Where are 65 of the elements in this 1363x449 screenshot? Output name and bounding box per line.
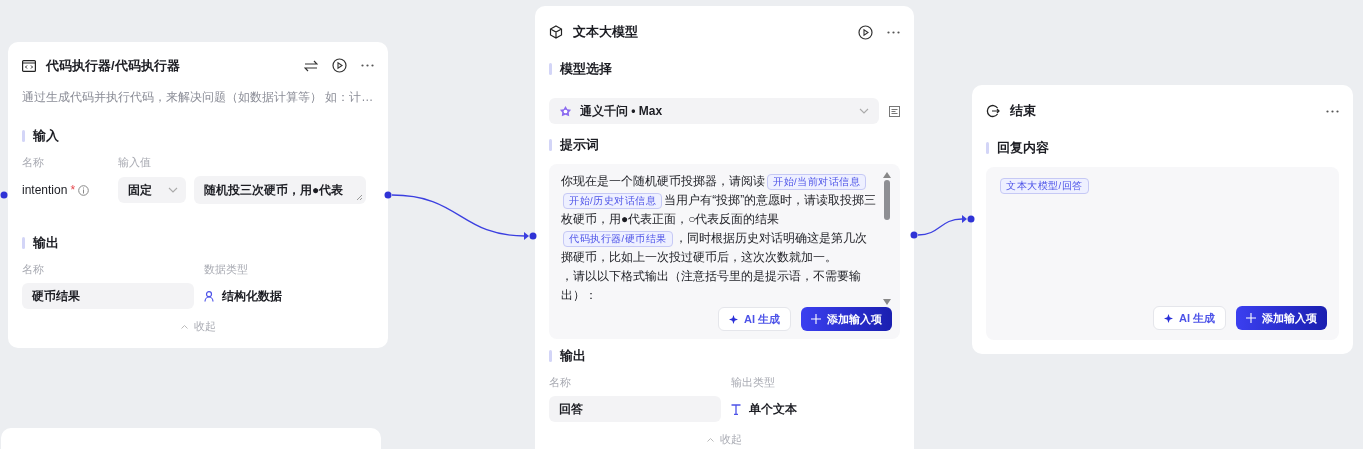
- ai-generate-button[interactable]: AI 生成: [1152, 306, 1226, 330]
- more-icon[interactable]: [1326, 109, 1339, 113]
- play-icon[interactable]: [332, 58, 347, 73]
- column-header: 名称: [549, 375, 572, 390]
- mode-select[interactable]: 固定: [118, 177, 186, 203]
- scrollbar[interactable]: [882, 172, 892, 305]
- connection-port[interactable]: [384, 191, 392, 199]
- resize-handle-icon[interactable]: [356, 194, 363, 201]
- required-mark: *: [70, 183, 76, 197]
- play-icon[interactable]: [858, 24, 873, 40]
- node-card[interactable]: 代码执行器/代码执行器 通过生成代码并执行代码，来解决问题（如数据计算等） 如：计… 输入 名称 输入值 intention * 固定 随机投三次硬币，用●代表 输出 名称 数据类型 硬币结果 结构化数据 收起: [8, 42, 388, 348]
- connection-port[interactable]: [0, 191, 8, 199]
- section-heading: 输出: [22, 234, 374, 252]
- section-heading: 输入: [22, 127, 374, 145]
- more-icon[interactable]: [361, 64, 374, 67]
- section-heading: 提示词: [549, 136, 900, 154]
- scroll-down-icon[interactable]: [883, 299, 891, 305]
- swap-icon[interactable]: [304, 59, 318, 72]
- section-heading: 模型选择: [549, 60, 900, 78]
- output-name-field[interactable]: 硬币结果: [22, 283, 194, 309]
- node-description: 通过生成代码并执行代码，来解决问题（如数据计算等） 如：计…: [22, 89, 374, 105]
- person-icon: [204, 290, 214, 302]
- data-type-label: 结构化数据: [222, 287, 282, 305]
- exit-icon: [986, 104, 1000, 118]
- add-input-button[interactable]: 添加输入项: [801, 307, 892, 331]
- settings-icon[interactable]: [889, 105, 900, 117]
- column-header: 数据类型: [204, 262, 249, 277]
- connection-port[interactable]: [910, 231, 918, 239]
- ai-generate-button[interactable]: AI 生成: [717, 307, 791, 331]
- chevron-down-icon: [168, 187, 178, 193]
- model-logo-icon: [559, 104, 572, 118]
- reply-content-editor[interactable]: 文本大模型/回答 AI 生成 添加输入项: [986, 167, 1339, 340]
- node-card[interactable]: [535, 6, 914, 449]
- column-header: 名称: [22, 262, 45, 277]
- output-name-field[interactable]: 回答: [549, 396, 721, 422]
- connector-line: [917, 215, 967, 236]
- connection-port[interactable]: [529, 232, 537, 240]
- section-heading: 输出: [549, 347, 900, 365]
- text-type-icon: [731, 403, 741, 415]
- sparkle-icon: [728, 314, 738, 324]
- column-header: 输出类型: [731, 375, 776, 390]
- add-input-button[interactable]: 添加输入项: [1236, 306, 1327, 330]
- node-card[interactable]: 结束 回复内容 文本大模型/回答 AI 生成 添加输入项: [972, 85, 1353, 354]
- node-title: 文本大模型: [573, 23, 639, 41]
- column-header: 输入值: [118, 155, 152, 170]
- sparkle-icon: [1163, 313, 1173, 323]
- plus-icon: [811, 314, 821, 324]
- data-type-label: 单个文本: [749, 400, 797, 418]
- cube-icon: [549, 25, 563, 39]
- plus-icon: [1246, 313, 1256, 323]
- chevron-up-icon: [180, 324, 188, 329]
- code-window-icon: [22, 59, 36, 72]
- more-icon[interactable]: [887, 30, 900, 34]
- model-select[interactable]: 通义千问 • Max: [549, 98, 879, 124]
- column-header: 名称: [22, 155, 45, 170]
- scroll-up-icon[interactable]: [883, 172, 891, 178]
- value-field[interactable]: 随机投三次硬币，用●代表: [194, 176, 366, 204]
- parameter-name: intention: [22, 183, 68, 197]
- section-heading: 回复内容: [986, 139, 1339, 157]
- prompt-editor[interactable]: 你现在是一个随机硬币投掷器，请阅读 开始/当前对话信息 开始/历史对话信息 当用户有“投掷”的意愿时，请读取投掷三枚硬币，用●代表正面，○代表反面的结果 代码执行器/硬币结果 ，同时根据历史对话明确这是第几次掷硬币，比如上一次投过硬币后，这次次数就加一。 ，请以以下格式输出（注意括号里的是提示语，不需要输出）： AI 生成 添加输入项: [549, 164, 900, 339]
- node-title: 代码执行器/代码执行器: [46, 56, 181, 75]
- node-title: 结束: [1010, 102, 1037, 120]
- chevron-down-icon: [859, 108, 869, 114]
- chevron-up-icon: [707, 437, 714, 442]
- connection-port[interactable]: [967, 215, 975, 223]
